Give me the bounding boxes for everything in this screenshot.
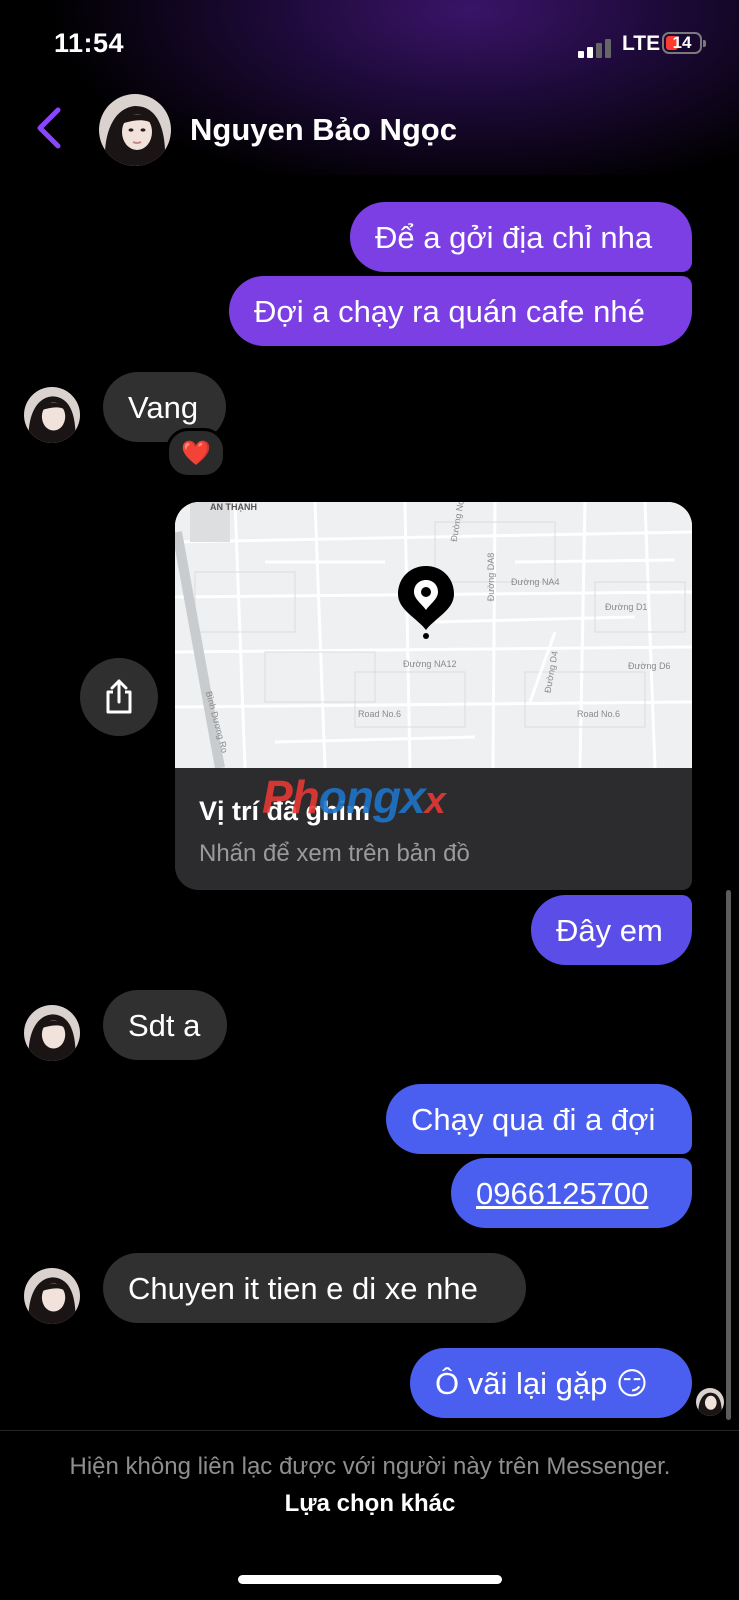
message-text: Để a gởi địa chỉ nha [375, 219, 653, 255]
message-text: Đợi a chạy ra quán cafe nhé [254, 293, 645, 329]
status-bar: 11:54 LTE 14 [0, 28, 739, 68]
cellular-signal-icon [578, 38, 618, 58]
message-bubble-outgoing[interactable]: Đợi a chạy ra quán cafe nhé [229, 276, 692, 346]
heart-reaction-icon[interactable]: ❤️ [166, 428, 226, 478]
location-pin-icon [398, 566, 454, 639]
scrollbar[interactable] [726, 890, 731, 1420]
unavailable-text: Hiện không liên lạc được với người này t… [69, 1453, 671, 1480]
map-label: Đường D1 [605, 602, 648, 612]
home-indicator[interactable] [238, 1575, 502, 1584]
network-type: LTE [622, 32, 661, 55]
other-options-link[interactable]: Lựa chọn khác [285, 1490, 456, 1517]
chevron-left-icon[interactable] [34, 106, 64, 150]
message-text: Vang [128, 389, 199, 425]
unavailable-notice: Hiện không liên lạc được với người này t… [60, 1448, 680, 1522]
share-icon [106, 679, 132, 714]
status-time: 11:54 [54, 28, 125, 58]
seen-avatar [696, 1388, 724, 1416]
battery-icon: 14 [662, 32, 706, 54]
map-label: Đường DA8 [486, 552, 497, 602]
map-label: Road No.6 [358, 709, 402, 719]
share-button[interactable] [80, 658, 158, 736]
conversation-header: Nguyen Bảo Ngọc [0, 94, 739, 174]
map-label: Đường D6 [628, 661, 671, 671]
location-card-subtitle: Nhấn để xem trên bản đồ [199, 840, 470, 867]
message-text: Sdt a [128, 1007, 201, 1043]
message-bubble-outgoing[interactable]: 0966125700 [451, 1158, 692, 1228]
message-bubble-incoming[interactable]: Chuyen it tien e di xe nhe [103, 1253, 526, 1323]
message-text: Đây em [556, 912, 663, 948]
message-bubble-outgoing[interactable]: Đây em [531, 895, 692, 965]
watermark-logo: Phongxx [262, 771, 446, 823]
composer-divider [0, 1430, 739, 1431]
message-bubble-incoming[interactable]: Sdt a [103, 990, 227, 1060]
contact-name[interactable]: Nguyen Bảo Ngọc [190, 112, 457, 148]
message-text: Chuyen it tien e di xe nhe [128, 1270, 478, 1306]
battery-level: 14 [672, 33, 692, 52]
phone-number-link[interactable]: 0966125700 [476, 1178, 648, 1209]
contact-avatar-small[interactable] [24, 1005, 80, 1061]
contact-avatar-small[interactable] [24, 1268, 80, 1324]
map-label: Road No.6 [577, 709, 621, 719]
map-label: AN THẠNH [210, 502, 257, 512]
contact-avatar[interactable] [99, 94, 171, 166]
message-text: Chạy qua đi a đợi [411, 1101, 656, 1137]
message-bubble-outgoing[interactable]: Để a gởi địa chỉ nha [350, 202, 692, 272]
message-text: Ô vãi lại gặp 😏 [435, 1365, 649, 1401]
map-label: Đường NA4 [511, 577, 560, 587]
message-bubble-outgoing[interactable]: Chạy qua đi a đợi [386, 1084, 692, 1154]
map-label: Đường NA12 [403, 659, 457, 669]
map-preview[interactable]: AN THẠNH Đường NA4 Đường D1 Đường NA12 Đ… [175, 502, 692, 769]
reaction-emoji: ❤️ [181, 439, 211, 467]
location-card[interactable]: AN THẠNH Đường NA4 Đường D1 Đường NA12 Đ… [175, 502, 692, 890]
contact-avatar-small[interactable] [24, 387, 80, 443]
message-bubble-outgoing[interactable]: Ô vãi lại gặp 😏 [410, 1348, 692, 1418]
